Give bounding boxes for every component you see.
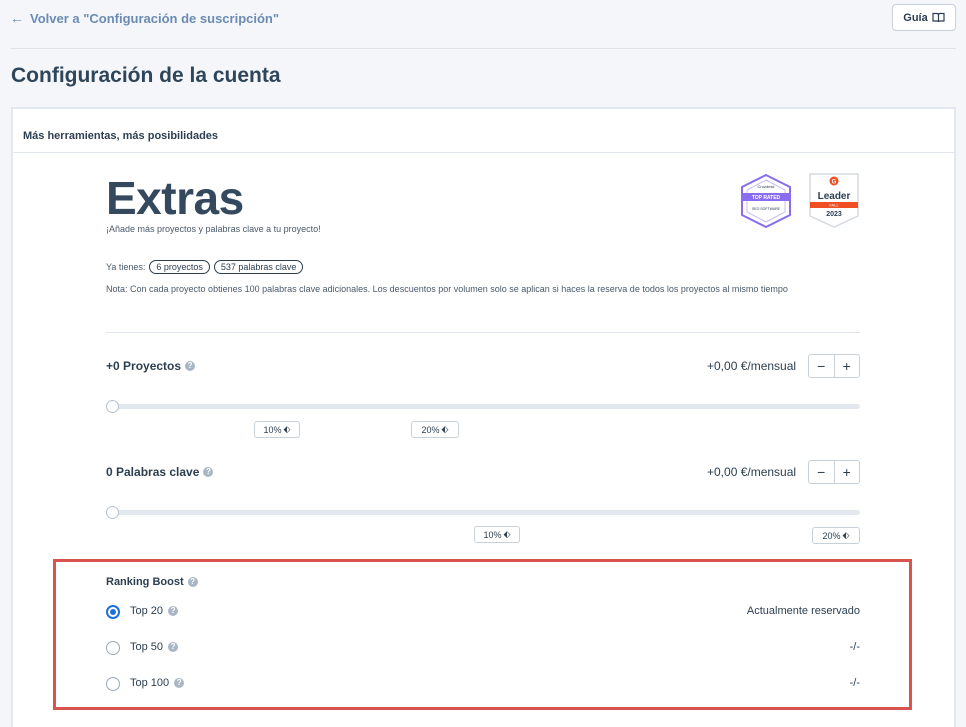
top-20-option[interactable]: Top 20 ? xyxy=(130,605,179,617)
badge-leader-year: 2023 xyxy=(826,211,842,218)
keywords-increment-button[interactable]: + xyxy=(835,461,860,483)
extras-subtitle: ¡Añade más proyectos y palabras clave a … xyxy=(106,224,321,234)
top-100-status: -/- xyxy=(849,677,860,689)
projects-slider-handle[interactable] xyxy=(106,400,119,413)
ranking-boost-title-row: Ranking Boost ? xyxy=(106,576,198,588)
option-label: Top 50 xyxy=(130,641,164,653)
keywords-row-label: 0 Palabras clave ? xyxy=(106,465,214,479)
badge-g2-line2: SEO SOFTWARE xyxy=(752,207,781,211)
ranking-boost-title: Ranking Boost xyxy=(106,576,184,588)
keywords-decrement-button[interactable]: − xyxy=(809,461,835,483)
help-icon[interactable]: ? xyxy=(203,467,214,477)
projects-price: +0,00 €/mensual xyxy=(707,359,797,373)
projects-stepper: − + xyxy=(808,354,860,378)
projects-slider-track[interactable] xyxy=(106,404,860,409)
badge-leader-season: FALL xyxy=(829,203,839,208)
current-plan-summary: Ya tienes: 6 proyectos 537 palabras clav… xyxy=(106,260,304,274)
top-divider xyxy=(10,48,956,49)
projects-label: +0 Proyectos xyxy=(106,359,182,373)
top-100-option[interactable]: Top 100 ? xyxy=(130,677,185,689)
extras-title: Extras xyxy=(106,172,244,224)
help-icon[interactable]: ? xyxy=(174,678,185,688)
projects-discount-tick-10: 10% ⬖ xyxy=(254,421,300,438)
projects-discount-tick-20: 20% ⬖ xyxy=(411,421,459,438)
arrow-left-icon: ← xyxy=(10,10,24,26)
help-icon[interactable]: ? xyxy=(185,361,196,371)
badge-g2-brand: Crozdesk xyxy=(758,184,775,189)
top-50-radio[interactable] xyxy=(106,641,120,655)
keywords-discount-tick-10: 10% ⬖ xyxy=(474,526,520,543)
tag-icon: ⬖ xyxy=(283,424,291,434)
keywords-slider-handle[interactable] xyxy=(106,506,119,519)
keywords-discount-tick-20: 20% ⬖ xyxy=(812,527,860,544)
section-divider xyxy=(106,332,860,333)
top-20-status: Actualmente reservado xyxy=(746,605,860,617)
tag-icon: ⬖ xyxy=(842,530,850,540)
back-link[interactable]: ← Volver a "Configuración de suscripción… xyxy=(10,10,279,26)
keywords-count-pill: 537 palabras clave xyxy=(213,260,304,274)
projects-row-label: +0 Proyectos ? xyxy=(106,359,196,373)
keywords-label: 0 Palabras clave xyxy=(106,465,200,479)
tag-icon: ⬖ xyxy=(503,529,511,539)
book-icon xyxy=(932,12,945,23)
top-bar: ← Volver a "Configuración de suscripción… xyxy=(0,0,966,50)
tick-label: 10% xyxy=(483,529,502,540)
have-label: Ya tienes: xyxy=(106,262,146,272)
top-100-radio[interactable] xyxy=(106,677,120,691)
badge-g2-line1: TOP RATED xyxy=(752,195,781,201)
projects-decrement-button[interactable]: − xyxy=(809,355,835,377)
keywords-slider-track[interactable] xyxy=(106,510,860,515)
top-20-radio[interactable] xyxy=(106,605,120,619)
badge-leader-brand: G xyxy=(832,180,837,186)
tick-label: 20% xyxy=(421,424,440,435)
help-icon[interactable]: ? xyxy=(187,577,198,587)
option-label: Top 20 xyxy=(130,605,164,617)
keywords-price: +0,00 €/mensual xyxy=(707,465,797,479)
back-link-label: Volver a "Configuración de suscripción" xyxy=(30,10,280,26)
leader-badge-icon: G Leader FALL 2023 xyxy=(809,173,859,228)
page-title: Configuración de la cuenta xyxy=(11,64,281,87)
volume-note: Nota: Con cada proyecto obtienes 100 pal… xyxy=(106,284,788,294)
help-icon[interactable]: ? xyxy=(168,642,179,652)
panel-header: Más herramientas, más posibilidades xyxy=(13,109,954,153)
help-icon[interactable]: ? xyxy=(168,606,179,616)
top-50-option[interactable]: Top 50 ? xyxy=(130,641,179,653)
option-label: Top 100 xyxy=(130,677,170,689)
projects-increment-button[interactable]: + xyxy=(835,355,860,377)
top-50-status: -/- xyxy=(849,641,860,653)
guide-button-label: Guía xyxy=(903,11,928,24)
guide-button[interactable]: Guía xyxy=(892,4,956,31)
keywords-stepper: − + xyxy=(808,460,860,484)
tick-label: 10% xyxy=(263,424,282,435)
projects-count-pill: 6 proyectos xyxy=(149,260,210,274)
top-rated-badge-icon: Crozdesk TOP RATED SEO SOFTWARE xyxy=(741,173,791,229)
tick-label: 20% xyxy=(822,530,841,541)
badge-leader-title: Leader xyxy=(818,191,851,202)
tag-icon: ⬖ xyxy=(441,424,449,434)
